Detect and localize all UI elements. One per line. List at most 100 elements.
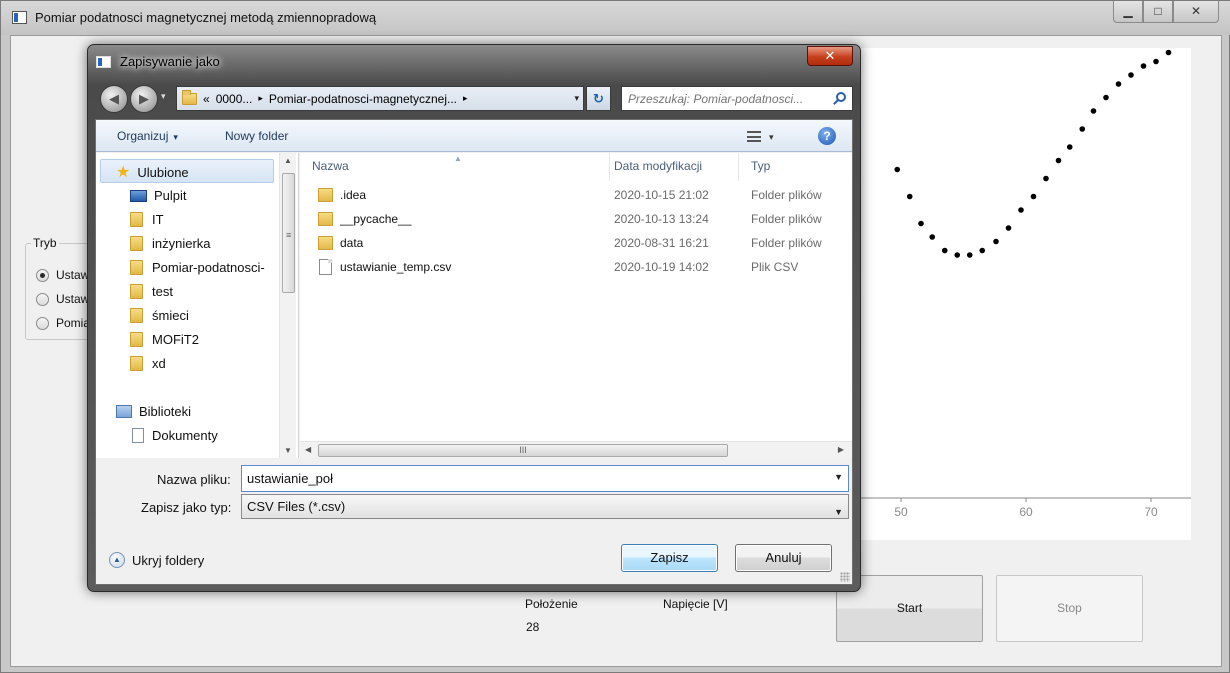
nav-item-documents[interactable]: Dokumenty	[130, 428, 218, 443]
hide-folders-button[interactable]: ▲ Ukryj foldery	[109, 552, 204, 568]
folder-icon	[182, 89, 197, 105]
column-header-name[interactable]: Nazwa ▲	[300, 153, 610, 181]
data-point	[1066, 144, 1073, 150]
file-name-input[interactable]	[242, 466, 822, 491]
sort-ascending-icon: ▲	[454, 154, 462, 163]
back-button[interactable]: ◀	[100, 85, 128, 113]
collapse-icon: ▲	[109, 552, 125, 568]
search-input[interactable]	[622, 87, 822, 110]
address-segment[interactable]: 0000...	[216, 92, 253, 106]
radio-button[interactable]	[36, 316, 49, 330]
address-segment[interactable]: Pomiar-podatnosci-magnetycznej...	[269, 92, 457, 106]
file-row[interactable]: .idea 2020-10-15 21:02 Folder plików	[300, 184, 852, 206]
new-folder-button[interactable]: Nowy folder	[225, 129, 288, 143]
column-header-modified[interactable]: Data modyfikacji	[602, 153, 739, 181]
help-icon[interactable]: ?	[818, 127, 836, 145]
h-scroll-thumb[interactable]: III	[318, 444, 728, 457]
address-prefix[interactable]: «	[203, 92, 210, 106]
search-box[interactable]	[621, 86, 853, 111]
save-button[interactable]: Zapisz	[621, 544, 718, 572]
folder-icon	[130, 260, 143, 275]
file-name-label: Nazwa pliku:	[157, 472, 231, 487]
main-titlebar[interactable]: Pomiar podatnosci magnetycznej metodą zm…	[1, 1, 1230, 35]
nav-item-folder[interactable]: Pomiar-podatnosci-	[130, 260, 265, 275]
file-list-h-scrollbar[interactable]: ◀ III ▶	[300, 441, 852, 458]
breadcrumb-arrow-icon[interactable]: ▸	[258, 93, 263, 104]
scroll-left-icon[interactable]: ◀	[305, 445, 311, 454]
data-point	[1055, 157, 1062, 164]
scroll-up-icon[interactable]: ▲	[284, 156, 292, 165]
scroll-thumb[interactable]: ≡	[282, 173, 295, 293]
stop-button[interactable]: Stop	[996, 575, 1143, 642]
forward-button[interactable]: ▶	[130, 85, 158, 113]
nav-item-folder[interactable]: test	[130, 284, 173, 299]
organize-button[interactable]: Organizuj ▾	[117, 129, 178, 143]
nav-item-label: Pomiar-podatnosci-	[152, 260, 265, 275]
tryb-option-2[interactable]: Ustaw	[36, 292, 89, 306]
cancel-button[interactable]: Anuluj	[735, 544, 832, 572]
x-tick-label: 50	[894, 505, 908, 519]
file-name-combobox[interactable]: ▼	[241, 465, 849, 492]
tryb-option-3[interactable]: Pomia	[36, 316, 90, 330]
nav-item-label: MOFiT2	[152, 332, 199, 347]
resize-grip-icon[interactable]	[840, 572, 850, 582]
maximize-button[interactable]: □	[1143, 1, 1173, 23]
chevron-down-icon[interactable]: ▼	[834, 501, 843, 524]
chart-area: 50 60 70	[859, 48, 1191, 540]
file-type-value: CSV Files (*.csv)	[247, 499, 346, 514]
data-point	[1030, 193, 1037, 200]
data-point	[1079, 126, 1086, 132]
nav-pane-scrollbar[interactable]: ▲ ≡ ▼	[279, 153, 296, 458]
address-bar[interactable]: « 0000... ▸ Pomiar-podatnosci-magnetyczn…	[176, 86, 584, 111]
nav-item-folder[interactable]: xd	[130, 356, 166, 371]
nav-item-libraries[interactable]: Biblioteki	[116, 404, 191, 419]
nav-item-folder[interactable]: śmieci	[130, 308, 189, 323]
column-header-type[interactable]: Typ	[739, 153, 852, 181]
tryb-option-label: Ustaw	[56, 292, 90, 306]
dialog-close-button[interactable]: ✕	[807, 46, 853, 66]
data-point	[906, 193, 913, 200]
breadcrumb-arrow-icon[interactable]: ▸	[463, 93, 468, 104]
file-type: Folder plików	[751, 236, 822, 250]
data-point	[1005, 225, 1012, 231]
file-row[interactable]: data 2020-08-31 16:21 Folder plików	[300, 232, 852, 254]
chevron-down-icon[interactable]: ▼	[834, 472, 843, 482]
scroll-right-icon[interactable]: ▶	[838, 445, 844, 454]
file-type: Plik CSV	[751, 260, 799, 274]
file-row[interactable]: ustawianie_temp.csv 2020-10-19 14:02 Pli…	[300, 256, 852, 278]
refresh-icon[interactable]: ↻	[586, 86, 611, 111]
search-icon[interactable]	[836, 92, 846, 102]
dialog-body: Organizuj ▾ Nowy folder ▾ ? ★ Ulubione Pu…	[95, 119, 853, 585]
file-name: ustawianie_temp.csv	[340, 260, 452, 274]
file-type-select[interactable]: CSV Files (*.csv) ▼	[241, 494, 849, 519]
nav-item-favorites[interactable]: ★ Ulubione	[116, 162, 189, 182]
folder-icon	[130, 356, 143, 371]
tryb-option-label: Pomia	[56, 316, 91, 330]
nav-item-folder[interactable]: inżynierka	[130, 236, 211, 251]
recent-locations-chevron-icon[interactable]: ▾	[161, 91, 166, 102]
file-modified: 2020-08-31 16:21	[614, 236, 709, 250]
file-row[interactable]: __pycache__ 2020-10-13 13:24 Folder plik…	[300, 208, 852, 230]
minimize-button[interactable]: ▁	[1113, 1, 1143, 23]
window-controls: ▁ □ ✕	[1113, 1, 1219, 23]
nav-item-folder[interactable]: IT	[130, 212, 164, 227]
nav-item-label: inżynierka	[152, 236, 211, 251]
address-dropdown-icon[interactable]: ▾	[574, 93, 579, 104]
radio-button[interactable]	[36, 292, 49, 306]
folder-icon	[318, 212, 333, 226]
tryb-option-1[interactable]: Ustaw	[36, 268, 89, 282]
polozenie-label: Położenie	[525, 597, 578, 611]
file-modified: 2020-10-15 21:02	[614, 188, 709, 202]
radio-button-selected[interactable]	[36, 268, 49, 282]
close-button[interactable]: ✕	[1173, 1, 1219, 23]
scroll-grip-icon: ≡	[286, 230, 292, 240]
nav-item-pulpit[interactable]: Pulpit	[130, 188, 187, 203]
library-icon	[116, 405, 132, 418]
dialog-toolbar: Organizuj ▾ Nowy folder ▾ ?	[96, 120, 852, 152]
nav-item-folder[interactable]: MOFiT2	[130, 332, 199, 347]
scroll-down-icon[interactable]: ▼	[284, 446, 292, 455]
views-button[interactable]: ▾	[747, 129, 787, 143]
folder-icon	[130, 284, 143, 299]
folder-icon	[130, 236, 143, 251]
data-point	[1153, 58, 1159, 65]
